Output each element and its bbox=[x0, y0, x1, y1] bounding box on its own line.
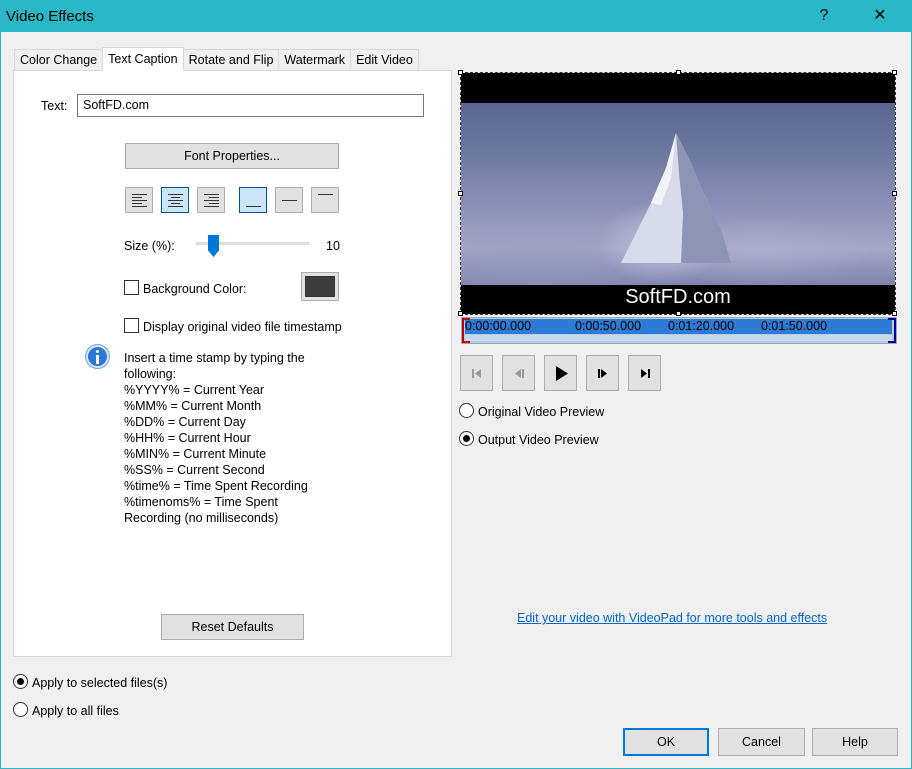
step-back-icon bbox=[515, 369, 524, 378]
caption-text-input[interactable]: SoftFD.com bbox=[77, 94, 424, 117]
valign-bottom-button[interactable] bbox=[239, 187, 267, 213]
font-properties-button[interactable]: Font Properties... bbox=[125, 143, 339, 169]
timeline-track bbox=[465, 335, 892, 341]
tab-color-change[interactable]: Color Change bbox=[14, 49, 104, 71]
preview-caption: SoftFD.com bbox=[625, 286, 731, 308]
help-button[interactable]: Help bbox=[812, 728, 898, 756]
videopad-link[interactable]: Edit your video with VideoPad for more t… bbox=[517, 611, 827, 625]
timeline[interactable]: 0:00:00.000 0:00:50.000 0:01:20.000 0:01… bbox=[461, 317, 897, 344]
go-to-start-button[interactable] bbox=[460, 355, 493, 391]
tab-text-caption[interactable]: Text Caption bbox=[102, 47, 184, 71]
tab-watermark[interactable]: Watermark bbox=[278, 49, 352, 71]
skip-end-icon bbox=[641, 369, 650, 378]
tab-rotate-and-flip[interactable]: Rotate and Flip bbox=[182, 49, 280, 71]
reset-defaults-button[interactable]: Reset Defaults bbox=[161, 614, 304, 640]
info-line: %MIN% = Current Minute bbox=[124, 447, 267, 461]
play-button[interactable] bbox=[544, 355, 577, 391]
ok-button[interactable]: OK bbox=[623, 728, 709, 756]
step-back-button[interactable] bbox=[502, 355, 535, 391]
apply-all-label: Apply to all files bbox=[32, 704, 119, 718]
apply-selected-radio[interactable] bbox=[13, 674, 28, 689]
timeline-label: 0:01:50.000 bbox=[761, 319, 828, 333]
resize-handle[interactable] bbox=[458, 191, 463, 196]
background-color-label: Background Color: bbox=[143, 282, 247, 296]
mountain-graphic bbox=[621, 133, 731, 263]
align-center-icon bbox=[168, 194, 183, 207]
go-to-end-button[interactable] bbox=[628, 355, 661, 391]
timestamp-help-text: Insert a time stamp by typing the follow… bbox=[124, 350, 334, 526]
title-bar: Video Effects ? ✕ bbox=[0, 0, 912, 32]
close-button[interactable]: ✕ bbox=[858, 4, 902, 28]
resize-handle[interactable] bbox=[458, 70, 463, 75]
apply-all-radio[interactable] bbox=[13, 702, 28, 717]
step-forward-button[interactable] bbox=[586, 355, 619, 391]
align-center-button[interactable] bbox=[161, 187, 189, 213]
output-preview-label: Output Video Preview bbox=[478, 433, 599, 447]
timestamp-label: Display original video file timestamp bbox=[143, 320, 342, 334]
tab-strip: Color Change Text Caption Rotate and Fli… bbox=[14, 47, 419, 71]
step-forward-icon bbox=[598, 369, 607, 378]
resize-handle[interactable] bbox=[676, 70, 681, 75]
help-title-button[interactable]: ? bbox=[802, 4, 846, 28]
output-preview-radio[interactable] bbox=[459, 431, 474, 446]
text-label: Text: bbox=[41, 99, 68, 113]
original-preview-label: Original Video Preview bbox=[478, 405, 605, 419]
align-bottom-icon bbox=[246, 206, 261, 207]
info-icon bbox=[86, 345, 109, 368]
resize-handle[interactable] bbox=[892, 191, 897, 196]
info-line: %DD% = Current Day bbox=[124, 415, 246, 429]
background-color-fill bbox=[305, 276, 335, 297]
timestamp-checkbox[interactable] bbox=[124, 318, 139, 333]
background-color-swatch[interactable] bbox=[301, 272, 339, 301]
resize-handle[interactable] bbox=[892, 70, 897, 75]
apply-selected-label: Apply to selected files(s) bbox=[32, 676, 168, 690]
original-preview-radio[interactable] bbox=[459, 403, 474, 418]
info-line: %time% = Time Spent Recording bbox=[124, 479, 308, 493]
info-line: %timenoms% = Time Spent Recording (no mi… bbox=[124, 495, 282, 525]
timeline-label: 0:01:20.000 bbox=[668, 319, 735, 333]
info-line: Insert a time stamp by typing the follow… bbox=[124, 351, 309, 381]
timeline-label: 0:00:00.000 bbox=[465, 319, 532, 333]
tab-edit-video[interactable]: Edit Video bbox=[350, 49, 419, 71]
resize-handle[interactable] bbox=[458, 311, 463, 316]
window-title: Video Effects bbox=[6, 8, 94, 25]
align-middle-icon bbox=[282, 200, 297, 201]
background-color-checkbox[interactable] bbox=[124, 280, 139, 295]
size-value: 10 bbox=[326, 239, 340, 253]
skip-start-icon bbox=[472, 369, 481, 378]
video-preview[interactable]: SoftFD.com bbox=[461, 73, 895, 314]
align-top-icon bbox=[318, 194, 333, 195]
play-icon bbox=[556, 366, 568, 381]
resize-handle[interactable] bbox=[676, 311, 681, 316]
timeline-label: 0:00:50.000 bbox=[575, 319, 642, 333]
info-line: %SS% = Current Second bbox=[124, 463, 265, 477]
valign-middle-button[interactable] bbox=[275, 187, 303, 213]
preview-frame-image bbox=[461, 103, 895, 285]
align-left-icon bbox=[132, 194, 147, 207]
align-right-icon bbox=[204, 194, 219, 207]
timeline-end-marker[interactable] bbox=[888, 318, 896, 343]
align-right-button[interactable] bbox=[197, 187, 225, 213]
size-label: Size (%): bbox=[124, 239, 175, 253]
info-line: %MM% = Current Month bbox=[124, 399, 262, 413]
valign-top-button[interactable] bbox=[311, 187, 339, 213]
info-line: %YYYY% = Current Year bbox=[124, 383, 265, 397]
resize-handle[interactable] bbox=[892, 311, 897, 316]
align-left-button[interactable] bbox=[125, 187, 153, 213]
cancel-button[interactable]: Cancel bbox=[718, 728, 805, 756]
info-line: %HH% = Current Hour bbox=[124, 431, 251, 445]
